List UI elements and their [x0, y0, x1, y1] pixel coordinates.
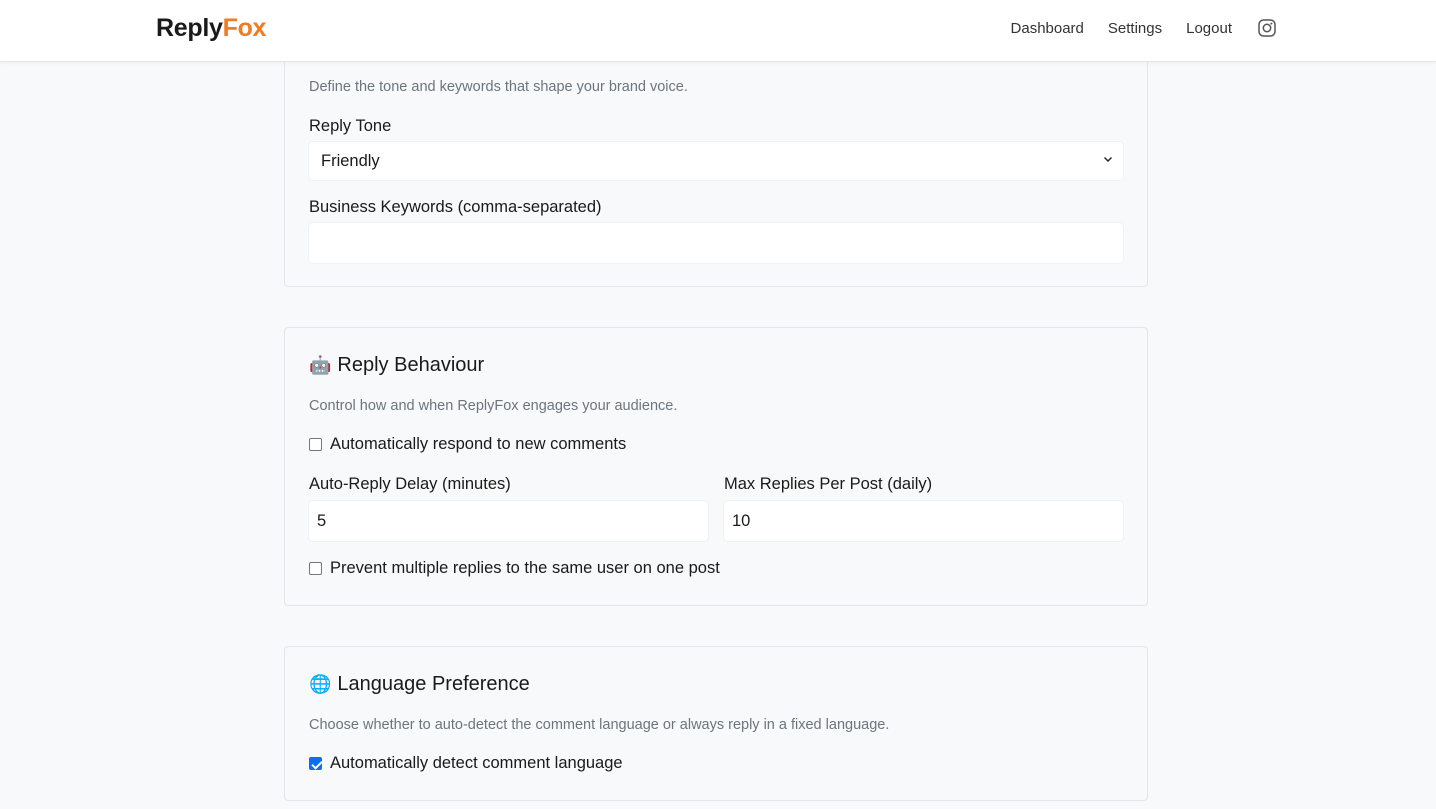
auto-reply-delay-label: Auto-Reply Delay (minutes) — [309, 475, 511, 493]
auto-respond-label: Automatically respond to new comments — [330, 435, 627, 453]
instagram-icon[interactable] — [1258, 19, 1276, 37]
auto-reply-delay-value: 5 — [317, 511, 327, 530]
reply-tone-label: Reply Tone — [309, 117, 392, 135]
business-keywords-label: Business Keywords (comma-separated) — [309, 198, 602, 216]
nav-link-settings[interactable]: Settings — [1108, 20, 1162, 37]
language-preference-title-text: Language Preference — [337, 673, 530, 695]
brand-logo[interactable]: ReplyFox — [156, 14, 266, 43]
auto-detect-label: Automatically detect comment language — [330, 754, 623, 772]
prevent-multiple-checkbox[interactable] — [309, 562, 322, 575]
max-replies-input[interactable]: 10 — [724, 501, 1123, 541]
reply-tone-select[interactable]: Friendly — [309, 142, 1123, 180]
brand-name-reply: Reply — [156, 14, 223, 42]
brand-voice-description: Define the tone and keywords that shape … — [309, 79, 688, 95]
auto-respond-row[interactable]: Automatically respond to new comments — [309, 435, 626, 454]
reply-behaviour-title: 🤖 Reply Behaviour — [309, 354, 484, 377]
reply-behaviour-description: Control how and when ReplyFox engages yo… — [309, 398, 678, 414]
prevent-multiple-row[interactable]: Prevent multiple replies to the same use… — [309, 559, 720, 578]
nav-link-dashboard[interactable]: Dashboard — [1011, 20, 1084, 37]
brand-name-fox: Fox — [222, 14, 267, 42]
brand-voice-card: Define the tone and keywords that shape … — [284, 30, 1148, 287]
auto-detect-checkbox[interactable] — [309, 757, 322, 770]
language-preference-card: 🌐 Language Preference Choose whether to … — [284, 646, 1148, 801]
robot-icon: 🤖 — [309, 355, 332, 375]
top-navbar: ReplyFox Dashboard Settings Logout — [0, 0, 1436, 62]
language-preference-description: Choose whether to auto-detect the commen… — [309, 717, 890, 733]
nav-links: Dashboard Settings Logout — [987, 19, 1276, 37]
globe-icon: 🌐 — [309, 674, 332, 694]
chevron-down-icon — [1104, 157, 1112, 162]
reply-behaviour-title-text: Reply Behaviour — [337, 354, 485, 376]
business-keywords-input[interactable] — [309, 223, 1123, 263]
language-preference-title: 🌐 Language Preference — [309, 673, 530, 696]
reply-tone-selected-value: Friendly — [321, 151, 380, 170]
max-replies-label: Max Replies Per Post (daily) — [724, 475, 933, 493]
auto-detect-row[interactable]: Automatically detect comment language — [309, 754, 623, 773]
auto-respond-checkbox[interactable] — [309, 438, 322, 451]
prevent-multiple-label: Prevent multiple replies to the same use… — [330, 559, 720, 577]
auto-reply-delay-input[interactable]: 5 — [309, 501, 708, 541]
reply-behaviour-card: 🤖 Reply Behaviour Control how and when R… — [284, 327, 1148, 606]
nav-link-logout[interactable]: Logout — [1186, 20, 1232, 37]
max-replies-value: 10 — [732, 511, 751, 530]
